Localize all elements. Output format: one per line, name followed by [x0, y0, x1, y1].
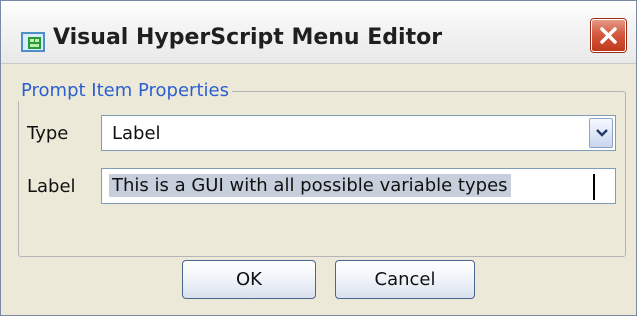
- label-text-field[interactable]: This is a GUI with all possible variable…: [101, 168, 616, 204]
- dropdown-button[interactable]: [589, 118, 613, 148]
- type-dropdown[interactable]: Label: [101, 115, 616, 151]
- dialog-window: Visual HyperScript Menu Editor Prompt It…: [0, 0, 637, 316]
- close-button[interactable]: [591, 19, 626, 52]
- ok-button[interactable]: OK: [182, 260, 316, 299]
- dialog-content: Prompt Item Properties Type Label Label …: [3, 64, 634, 315]
- chevron-down-icon: [596, 129, 608, 137]
- hyperscript-app-icon: [21, 32, 45, 52]
- cancel-button[interactable]: Cancel: [335, 260, 475, 299]
- title-bar[interactable]: Visual HyperScript Menu Editor: [1, 1, 636, 64]
- type-dropdown-value: Label: [112, 123, 161, 144]
- group-legend: Prompt Item Properties: [18, 80, 232, 101]
- text-caret: [593, 174, 595, 200]
- window-title: Visual HyperScript Menu Editor: [53, 25, 443, 50]
- label-field-label: Label: [27, 176, 76, 197]
- close-icon: [600, 27, 617, 44]
- label-text-value: This is a GUI with all possible variable…: [109, 174, 511, 197]
- type-label: Type: [27, 123, 69, 144]
